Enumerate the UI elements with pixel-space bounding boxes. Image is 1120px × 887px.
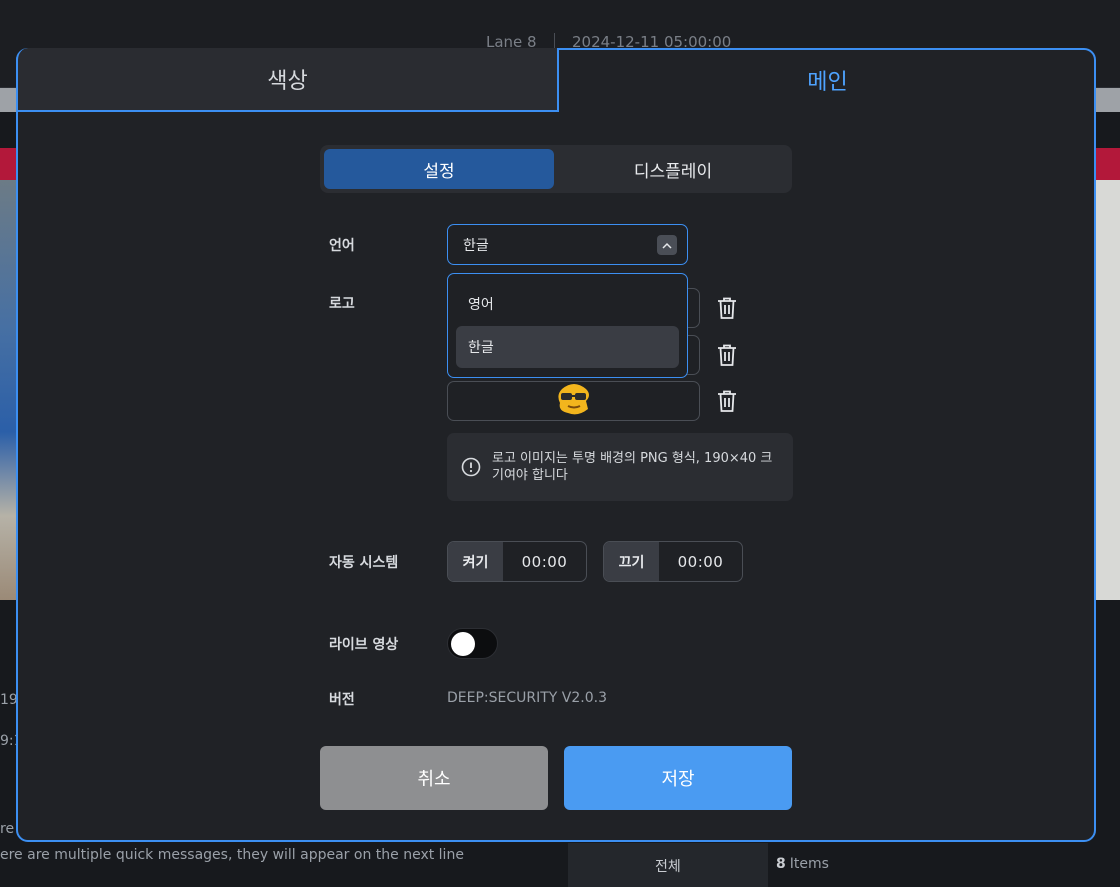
trash-icon[interactable] xyxy=(716,296,738,320)
segment-control: 설정 디스플레이 xyxy=(320,145,792,193)
items-label: Items xyxy=(789,856,829,872)
live-video-label: 라이브 영상 xyxy=(329,637,399,653)
auto-off-time-value[interactable]: 00:00 xyxy=(659,542,742,581)
auto-on-time[interactable]: 켜기 00:00 xyxy=(447,541,587,582)
quick-message-note: ere are multiple quick messages, they wi… xyxy=(0,847,464,863)
items-count: 8 Items xyxy=(776,856,829,872)
save-button[interactable]: 저장 xyxy=(564,746,792,810)
auto-system-label: 자동 시스템 xyxy=(329,555,399,571)
toggle-knob xyxy=(451,632,475,656)
auto-off-time[interactable]: 끄기 00:00 xyxy=(603,541,743,582)
live-video-toggle[interactable] xyxy=(447,628,498,659)
alert-circle-icon xyxy=(461,457,481,477)
cool-face-sticker-icon xyxy=(558,384,589,415)
camera-image-right xyxy=(1096,180,1120,600)
total-label: 전체 xyxy=(655,859,681,875)
language-label: 언어 xyxy=(329,238,355,254)
chevron-up-icon[interactable] xyxy=(657,235,677,255)
trash-icon[interactable] xyxy=(716,343,738,367)
auto-off-label: 끄기 xyxy=(604,542,659,581)
auto-on-label: 켜기 xyxy=(448,542,503,581)
items-number: 8 xyxy=(776,856,786,872)
tab-main[interactable]: 메인 xyxy=(559,48,1096,112)
tab-main-label: 메인 xyxy=(807,70,848,95)
tab-color[interactable]: 색상 xyxy=(16,48,559,112)
settings-modal: 색상 메인 설정 디스플레이 언어 한글 로고 영어 한글 로고 이미지는 투명… xyxy=(16,48,1096,842)
cancel-button[interactable]: 취소 xyxy=(320,746,548,810)
logo-info-text: 로고 이미지는 투명 배경의 PNG 형식, 190×40 크기여야 합니다 xyxy=(492,451,773,483)
logo-info-box: 로고 이미지는 투명 배경의 PNG 형식, 190×40 크기여야 합니다 xyxy=(447,433,793,501)
logo-label: 로고 xyxy=(329,296,355,312)
language-dropdown: 영어 한글 xyxy=(447,273,688,378)
tab-color-label: 색상 xyxy=(267,69,308,94)
segment-settings[interactable]: 설정 xyxy=(324,149,554,189)
auto-on-time-value[interactable]: 00:00 xyxy=(503,542,586,581)
version-label: 버전 xyxy=(329,692,355,708)
language-selected-value: 한글 xyxy=(463,237,489,254)
trash-icon[interactable] xyxy=(716,389,738,413)
segment-display[interactable]: 디스플레이 xyxy=(558,149,788,189)
version-value: DEEP:SECURITY V2.0.3 xyxy=(447,690,607,706)
dropdown-option-english[interactable]: 영어 xyxy=(456,282,679,326)
language-select[interactable]: 한글 xyxy=(447,224,688,265)
dropdown-option-korean[interactable]: 한글 xyxy=(456,326,679,368)
